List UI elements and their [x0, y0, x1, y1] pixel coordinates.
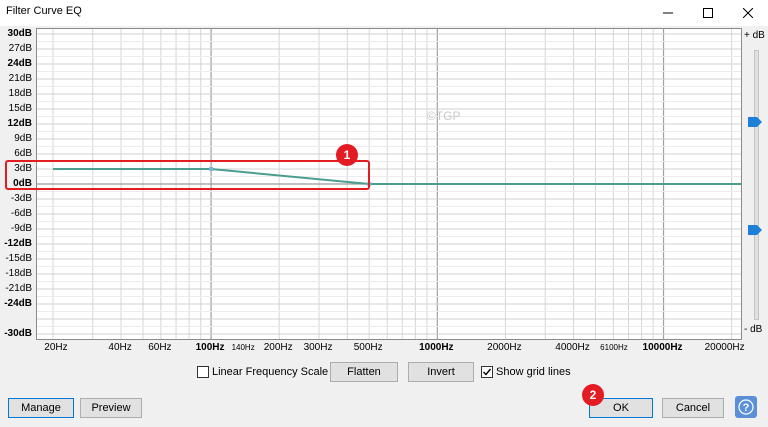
x-axis-labels: 20Hz 40Hz 60Hz 100Hz 140Hz 200Hz 300Hz 500Hz 100… — [36, 340, 745, 358]
minimize-icon — [663, 12, 673, 14]
slider-thumb-lower[interactable] — [748, 224, 762, 235]
y-tick-label: -6dB — [10, 208, 32, 219]
options-row: Linear Frequency Scale Flatten Invert Sh… — [0, 362, 768, 384]
x-tick-label: 200Hz — [263, 342, 293, 353]
slider-bottom-label: - dB — [744, 324, 763, 335]
slider-top-label: + dB — [744, 30, 765, 41]
x-tick-label: 20Hz — [44, 342, 68, 353]
annotation-badge-2: 2 — [582, 384, 604, 406]
window-title: Filter Curve EQ — [6, 5, 82, 17]
x-tick-label: 6100Hz — [600, 343, 628, 352]
close-button[interactable] — [728, 0, 768, 26]
y-tick-label: 6dB — [14, 148, 32, 159]
watermark: ©TGP — [427, 109, 461, 123]
x-tick-label: 300Hz — [303, 342, 333, 353]
y-tick-label: -18dB — [5, 268, 32, 279]
preview-button[interactable]: Preview — [80, 398, 142, 418]
y-tick-label: -12dB — [4, 238, 32, 249]
y-tick-label: 24dB — [7, 58, 32, 69]
x-tick-label: 20000Hz — [704, 342, 745, 353]
maximize-button[interactable] — [688, 0, 728, 26]
x-tick-label: 140Hz — [231, 343, 255, 352]
linear-frequency-label: Linear Frequency Scale — [212, 366, 329, 378]
y-tick-label: 21dB — [8, 73, 32, 84]
show-grid-checkbox[interactable] — [481, 366, 493, 378]
y-tick-label: -21dB — [5, 283, 32, 294]
checkmark-icon — [483, 368, 492, 376]
svg-text:?: ? — [743, 402, 750, 414]
invert-button[interactable]: Invert — [408, 362, 474, 382]
y-tick-label: -24dB — [4, 298, 32, 309]
x-tick-label: 4000Hz — [555, 342, 590, 353]
annotation-badge-1: 1 — [336, 144, 358, 166]
y-tick-label: 30dB — [7, 28, 32, 39]
y-tick-label: -3dB — [10, 193, 32, 204]
title-bar: Filter Curve EQ — [0, 0, 768, 26]
minimize-button[interactable] — [648, 0, 688, 26]
help-icon: ? — [738, 399, 754, 415]
x-tick-label: 1000Hz — [419, 342, 454, 353]
y-tick-label: 27dB — [8, 43, 32, 54]
y-tick-label: -9dB — [10, 223, 32, 234]
linear-frequency-checkbox[interactable] — [197, 366, 209, 378]
slider-track[interactable] — [754, 50, 759, 320]
y-tick-label: 18dB — [8, 88, 32, 99]
y-tick-label: 15dB — [8, 103, 32, 114]
x-tick-label: 100Hz — [195, 342, 225, 353]
flatten-button[interactable]: Flatten — [330, 362, 398, 382]
x-tick-label: 60Hz — [148, 342, 172, 353]
maximize-icon — [703, 8, 713, 18]
y-tick-label: -15dB — [5, 253, 32, 264]
y-tick-label: 9dB — [14, 133, 32, 144]
highlight-box — [5, 160, 370, 190]
slider-thumb-upper[interactable] — [748, 117, 762, 128]
y-tick-label: 12dB — [7, 118, 32, 129]
x-tick-label: 500Hz — [353, 342, 383, 353]
cancel-button[interactable]: Cancel — [662, 398, 724, 418]
y-tick-label: -30dB — [4, 328, 32, 339]
close-icon — [743, 8, 753, 18]
gain-range-slider[interactable]: + dB - dB — [744, 28, 768, 340]
manage-button[interactable]: Manage — [8, 398, 74, 418]
x-tick-label: 10000Hz — [642, 342, 683, 353]
x-tick-label: 40Hz — [108, 342, 132, 353]
show-grid-label: Show grid lines — [496, 366, 571, 378]
help-button[interactable]: ? — [735, 396, 757, 418]
x-tick-label: 2000Hz — [487, 342, 522, 353]
